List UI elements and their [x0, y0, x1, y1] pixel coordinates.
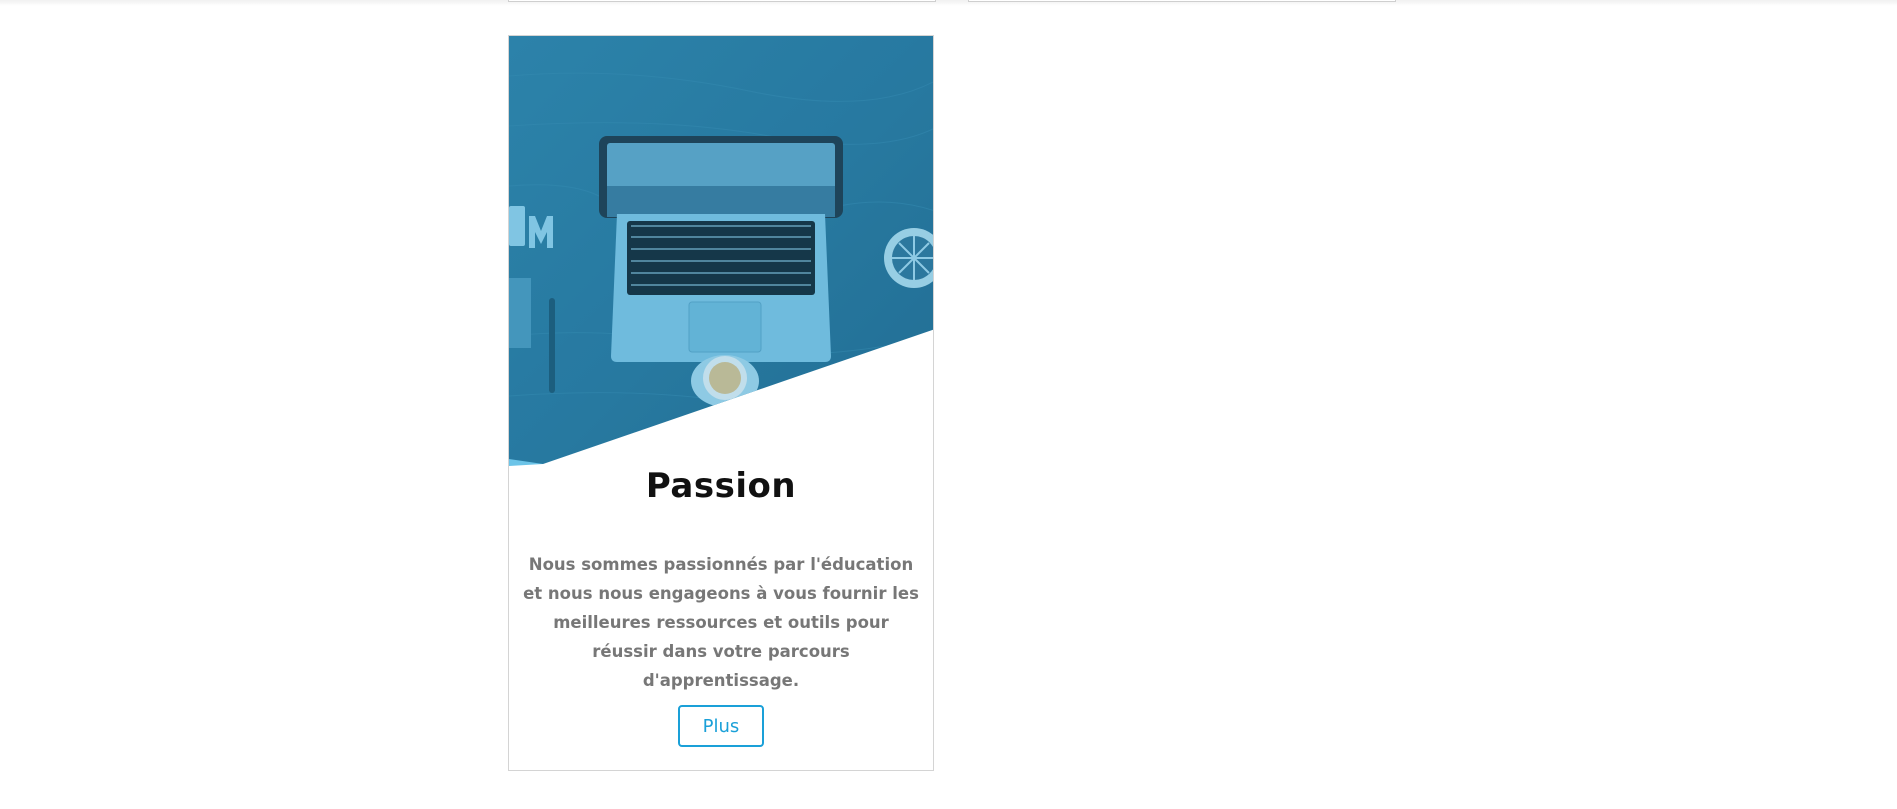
plus-button[interactable]: Plus — [678, 705, 764, 747]
passion-card: Passion Nous sommes passionnés par l'édu… — [508, 35, 934, 771]
page-top-shadow — [0, 0, 1897, 6]
previous-card-right-edge — [968, 0, 1396, 2]
laptop-desk-illustration — [509, 36, 933, 466]
card-description: Nous sommes passionnés par l'éducation e… — [523, 555, 919, 690]
card-title: Passion — [645, 466, 797, 506]
previous-card-left-edge — [508, 0, 936, 2]
card-image-laptop — [509, 36, 933, 466]
